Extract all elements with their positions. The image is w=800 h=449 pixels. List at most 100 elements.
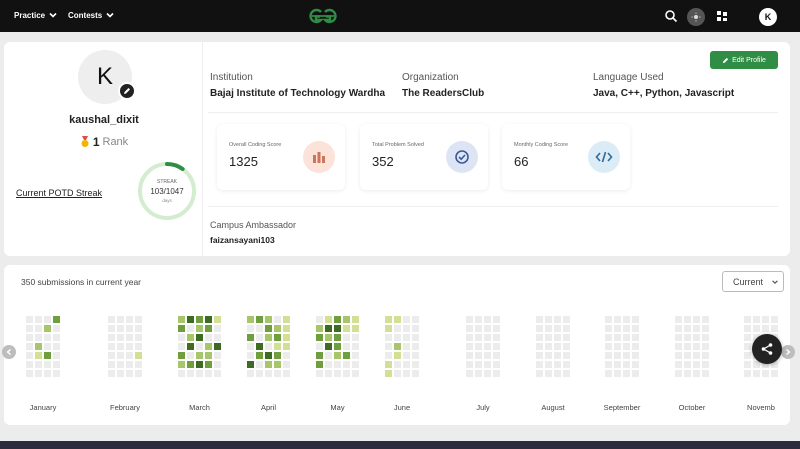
heatmap-cell[interactable] bbox=[412, 370, 419, 377]
heatmap-cell[interactable] bbox=[283, 370, 290, 377]
heatmap-cell[interactable] bbox=[412, 334, 419, 341]
heatmap-cell[interactable] bbox=[475, 316, 482, 323]
heatmap-cell[interactable] bbox=[771, 325, 778, 332]
user-avatar-button[interactable]: K bbox=[759, 8, 777, 26]
heatmap-cell[interactable] bbox=[554, 370, 561, 377]
heatmap-cell[interactable] bbox=[385, 316, 392, 323]
heatmap-cell[interactable] bbox=[117, 361, 124, 368]
heatmap-cell[interactable] bbox=[605, 361, 612, 368]
heatmap-cell[interactable] bbox=[632, 343, 639, 350]
heatmap-cell[interactable] bbox=[412, 325, 419, 332]
heatmap-cell[interactable] bbox=[632, 334, 639, 341]
heatmap-cell[interactable] bbox=[536, 334, 543, 341]
heatmap-cell[interactable] bbox=[484, 370, 491, 377]
heatmap-cell[interactable] bbox=[316, 334, 323, 341]
heatmap-cell[interactable] bbox=[702, 361, 709, 368]
heatmap-cell[interactable] bbox=[412, 316, 419, 323]
heatmap-cell[interactable] bbox=[493, 316, 500, 323]
heatmap-cell[interactable] bbox=[614, 352, 621, 359]
heatmap-cell[interactable] bbox=[325, 316, 332, 323]
heatmap-cell[interactable] bbox=[178, 352, 185, 359]
heatmap-cell[interactable] bbox=[53, 370, 60, 377]
heatmap-cell[interactable] bbox=[385, 352, 392, 359]
heatmap-cell[interactable] bbox=[394, 343, 401, 350]
heatmap-cell[interactable] bbox=[394, 361, 401, 368]
heatmap-cell[interactable] bbox=[283, 334, 290, 341]
heatmap-cell[interactable] bbox=[26, 352, 33, 359]
heatmap-cell[interactable] bbox=[475, 325, 482, 332]
heatmap-cell[interactable] bbox=[53, 343, 60, 350]
heatmap-cell[interactable] bbox=[403, 343, 410, 350]
heatmap-cell[interactable] bbox=[44, 352, 51, 359]
heatmap-cell[interactable] bbox=[325, 352, 332, 359]
heatmap-cell[interactable] bbox=[614, 316, 621, 323]
heatmap-cell[interactable] bbox=[117, 316, 124, 323]
heatmap-cell[interactable] bbox=[334, 334, 341, 341]
heatmap-cell[interactable] bbox=[352, 352, 359, 359]
heatmap-cell[interactable] bbox=[753, 325, 760, 332]
heatmap-cell[interactable] bbox=[545, 352, 552, 359]
heatmap-cell[interactable] bbox=[53, 352, 60, 359]
heatmap-cell[interactable] bbox=[466, 316, 473, 323]
heatmap-cell[interactable] bbox=[466, 334, 473, 341]
heatmap-cell[interactable] bbox=[247, 343, 254, 350]
heatmap-cell[interactable] bbox=[563, 334, 570, 341]
heatmap-cell[interactable] bbox=[394, 352, 401, 359]
heatmap-cell[interactable] bbox=[554, 343, 561, 350]
heatmap-cell[interactable] bbox=[684, 343, 691, 350]
heatmap-cell[interactable] bbox=[693, 343, 700, 350]
heatmap-cell[interactable] bbox=[187, 352, 194, 359]
heatmap-cell[interactable] bbox=[256, 343, 263, 350]
heatmap-cell[interactable] bbox=[693, 370, 700, 377]
heatmap-cell[interactable] bbox=[484, 325, 491, 332]
heatmap-cell[interactable] bbox=[316, 352, 323, 359]
heatmap-cell[interactable] bbox=[35, 352, 42, 359]
heatmap-cell[interactable] bbox=[26, 316, 33, 323]
heatmap-cell[interactable] bbox=[187, 316, 194, 323]
scroll-right-button[interactable] bbox=[781, 345, 795, 359]
heatmap-cell[interactable] bbox=[702, 370, 709, 377]
apps-icon[interactable] bbox=[715, 9, 729, 23]
heatmap-cell[interactable] bbox=[135, 361, 142, 368]
heatmap-cell[interactable] bbox=[554, 361, 561, 368]
heatmap-cell[interactable] bbox=[44, 361, 51, 368]
heatmap-cell[interactable] bbox=[684, 325, 691, 332]
heatmap-cell[interactable] bbox=[394, 316, 401, 323]
heatmap-cell[interactable] bbox=[117, 370, 124, 377]
heatmap-cell[interactable] bbox=[205, 325, 212, 332]
share-button[interactable] bbox=[752, 334, 782, 364]
heatmap-cell[interactable] bbox=[44, 316, 51, 323]
heatmap-cell[interactable] bbox=[493, 361, 500, 368]
heatmap-cell[interactable] bbox=[178, 325, 185, 332]
heatmap-cell[interactable] bbox=[475, 370, 482, 377]
heatmap-cell[interactable] bbox=[44, 370, 51, 377]
heatmap-cell[interactable] bbox=[684, 316, 691, 323]
heatmap-cell[interactable] bbox=[675, 343, 682, 350]
heatmap-cell[interactable] bbox=[744, 361, 751, 368]
heatmap-cell[interactable] bbox=[187, 334, 194, 341]
heatmap-cell[interactable] bbox=[117, 325, 124, 332]
heatmap-cell[interactable] bbox=[44, 334, 51, 341]
heatmap-cell[interactable] bbox=[26, 361, 33, 368]
heatmap-cell[interactable] bbox=[247, 370, 254, 377]
heatmap-cell[interactable] bbox=[623, 325, 630, 332]
heatmap-cell[interactable] bbox=[256, 352, 263, 359]
heatmap-cell[interactable] bbox=[247, 334, 254, 341]
heatmap-cell[interactable] bbox=[334, 361, 341, 368]
heatmap-cell[interactable] bbox=[536, 361, 543, 368]
heatmap-cell[interactable] bbox=[744, 316, 751, 323]
heatmap-cell[interactable] bbox=[256, 361, 263, 368]
heatmap-cell[interactable] bbox=[744, 352, 751, 359]
heatmap-cell[interactable] bbox=[325, 343, 332, 350]
heatmap-cell[interactable] bbox=[187, 325, 194, 332]
heatmap-cell[interactable] bbox=[214, 361, 221, 368]
heatmap-cell[interactable] bbox=[187, 361, 194, 368]
heatmap-cell[interactable] bbox=[274, 334, 281, 341]
heatmap-cell[interactable] bbox=[493, 325, 500, 332]
heatmap-cell[interactable] bbox=[554, 352, 561, 359]
heatmap-cell[interactable] bbox=[684, 370, 691, 377]
heatmap-cell[interactable] bbox=[675, 325, 682, 332]
heatmap-cell[interactable] bbox=[26, 325, 33, 332]
heatmap-cell[interactable] bbox=[214, 316, 221, 323]
heatmap-cell[interactable] bbox=[545, 343, 552, 350]
